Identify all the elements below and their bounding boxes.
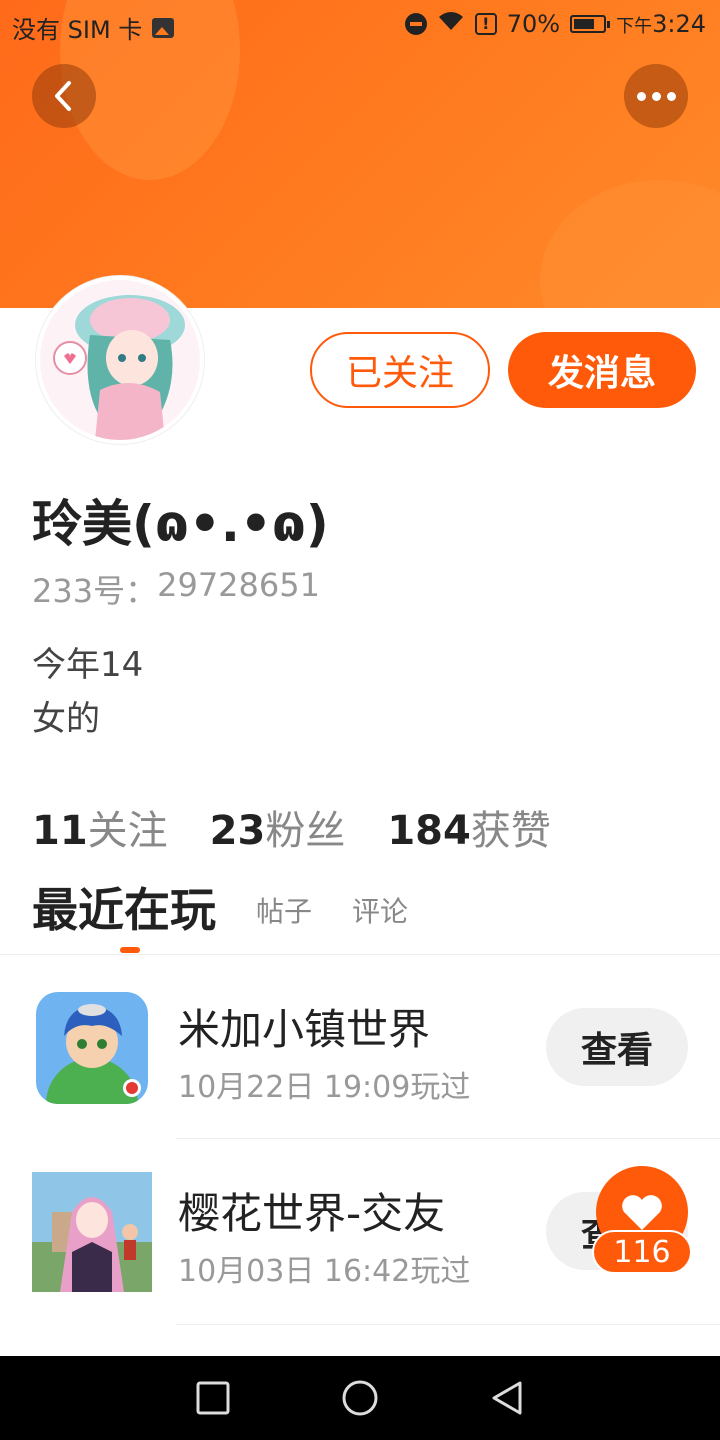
tab-comments[interactable]: 评论 — [352, 890, 408, 940]
alert-icon: ! — [474, 13, 497, 35]
do-not-disturb-icon — [404, 13, 427, 35]
battery-percent: 70% — [506, 10, 561, 38]
fans-count: 23 — [209, 808, 266, 854]
chevron-left-icon — [55, 81, 71, 111]
user-id-label: 233号： — [32, 572, 158, 610]
stat-likes: 184获赞 — [387, 798, 551, 856]
battery-icon — [570, 15, 611, 33]
send-message-button[interactable]: 发消息 — [508, 332, 696, 408]
carrier-text: 没有 SIM 卡 — [12, 16, 143, 44]
banner-decoration — [540, 180, 720, 308]
avatar-image — [40, 280, 200, 440]
circle-icon — [342, 1380, 378, 1416]
tab-recently-played[interactable]: 最近在玩 — [32, 874, 216, 940]
user-name: 玲美(ɷ•.•ɷ) — [32, 495, 329, 553]
square-icon — [196, 1381, 230, 1415]
like-count-badge: 116 — [592, 1230, 692, 1274]
following-count: 11 — [32, 808, 88, 854]
home-button[interactable] — [336, 1374, 384, 1422]
time-prefix: 下午 — [616, 16, 653, 37]
bio-line: 今年14 — [32, 645, 144, 685]
wifi-icon — [437, 10, 465, 38]
game-icon — [32, 1172, 152, 1292]
back-button[interactable] — [32, 64, 96, 128]
triangle-back-icon — [492, 1381, 522, 1415]
stat-fans[interactable]: 23粉丝 — [210, 798, 346, 856]
bio-line: 女的 — [32, 699, 100, 739]
game-icon — [36, 992, 148, 1104]
recent-apps-button[interactable] — [189, 1374, 237, 1422]
status-bar: 没有 SIM 卡 ! 70% 下午3:24 — [0, 0, 720, 50]
following-label: 关注 — [87, 808, 168, 854]
active-tab-indicator — [120, 947, 140, 953]
clock: 3:24 — [652, 10, 706, 38]
game-played-time: 10月22日 19:09玩过 — [178, 1070, 471, 1105]
likes-count: 184 — [387, 808, 471, 854]
fans-label: 粉丝 — [265, 808, 346, 854]
likes-label: 获赞 — [470, 808, 551, 854]
list-item[interactable]: 米加小镇世界 10月22日 19:09玩过 查看 — [0, 954, 720, 1140]
system-nav-bar — [0, 1356, 720, 1440]
tab-posts[interactable]: 帖子 — [256, 890, 312, 940]
user-bio: 今年14 女的 — [32, 638, 143, 746]
stats-bar: 11关注 23粉丝 184获赞 — [32, 798, 551, 856]
stat-following[interactable]: 11关注 — [32, 798, 168, 856]
profile-page: 没有 SIM 卡 ! 70% 下午3:24 已关注 发消息 玲美(ɷ•.•ɷ) … — [0, 0, 720, 1440]
game-played-time: 10月03日 16:42玩过 — [178, 1254, 471, 1289]
battery-fill — [574, 19, 595, 29]
game-title: 米加小镇世界 — [178, 1005, 431, 1054]
view-button[interactable]: 查看 — [546, 1008, 688, 1086]
image-notification-icon — [152, 17, 175, 38]
more-dots-icon — [636, 91, 676, 101]
user-id-value: 29728651 — [157, 566, 320, 604]
profile-banner: 没有 SIM 卡 ! 70% 下午3:24 — [0, 0, 720, 308]
content-tabs: 最近在玩 帖子 评论 — [32, 880, 408, 940]
user-id: 233号： 29728651 — [32, 566, 320, 612]
heart-icon — [622, 1195, 662, 1230]
row-divider — [176, 1324, 720, 1325]
followed-button[interactable]: 已关注 — [310, 332, 490, 408]
avatar[interactable] — [36, 276, 204, 444]
more-button[interactable] — [624, 64, 688, 128]
game-title: 樱花世界-交友 — [178, 1189, 446, 1238]
back-nav-button[interactable] — [483, 1374, 531, 1422]
